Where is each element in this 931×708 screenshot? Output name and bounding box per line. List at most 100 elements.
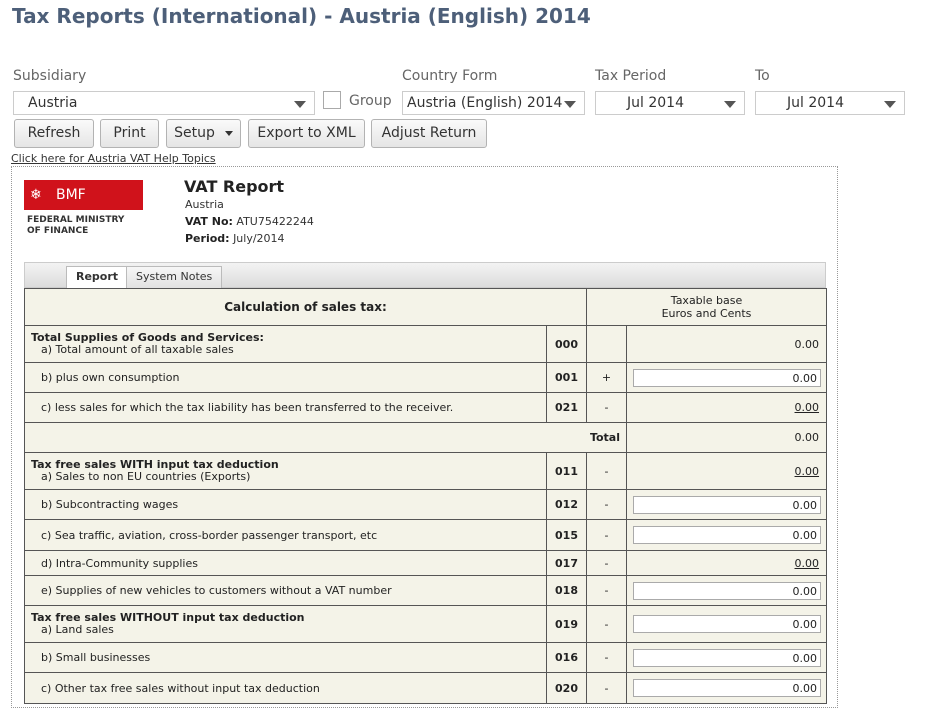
vat-no-value: ATU75422244 <box>236 215 314 228</box>
group-label: Group <box>349 93 392 109</box>
amount-link[interactable]: 0.00 <box>795 465 820 478</box>
tax-period-select[interactable]: Jul 2014 <box>595 91 745 115</box>
period-label: Period: <box>185 232 230 245</box>
row-code: 017 <box>546 550 587 576</box>
header-taxable-line1: Taxable base <box>670 294 743 307</box>
bmf-logo: ❄ BMF <box>24 180 143 210</box>
row-sign: - <box>586 605 627 643</box>
amount-input[interactable]: 0.00 <box>633 615 821 633</box>
table-header-row: Calculation of sales tax: Taxable base E… <box>24 288 828 326</box>
vat-no-label: VAT No: <box>185 215 233 228</box>
amount-input[interactable]: 0.00 <box>633 368 821 387</box>
row-code: 021 <box>546 392 587 423</box>
table-row: b) Small businesses 016-0.00 <box>24 642 828 673</box>
row-label: b) Small businesses <box>41 651 151 664</box>
row-amount: 0.00 <box>625 325 828 363</box>
country-form-value: Austria (English) 2014 <box>407 95 563 111</box>
amount-value: 0.00 <box>794 337 820 351</box>
subsidiary-value: Austria <box>28 95 78 111</box>
row-description: b) Small businesses <box>24 642 547 673</box>
row-amount: 0.00 <box>625 672 828 704</box>
tab-report[interactable]: Report <box>66 266 129 289</box>
row-amount: 0.00 <box>625 489 828 520</box>
country-form-select[interactable]: Austria (English) 2014 <box>402 91 585 115</box>
row-label: c) Sea traffic, aviation, cross-border p… <box>41 528 378 542</box>
row-code: 000 <box>546 325 587 363</box>
adjust-return-button[interactable]: Adjust Return <box>371 119 487 148</box>
row-code: 018 <box>546 575 587 606</box>
amount-link[interactable]: 0.00 <box>795 401 820 414</box>
row-label: a) Sales to non EU countries (Exports) <box>41 470 251 483</box>
tab-system-notes[interactable]: System Notes <box>126 266 223 288</box>
row-sign: + <box>586 362 627 393</box>
vat-table: Calculation of sales tax: Taxable base E… <box>24 288 828 704</box>
row-description: e) Supplies of new vehicles to customers… <box>24 575 547 606</box>
row-amount: 0.00 <box>625 452 828 490</box>
report-title: VAT Report <box>184 177 285 196</box>
row-description: Total Supplies of Goods and Services: a) … <box>24 325 547 363</box>
table-row: Tax free sales WITHOUT input tax deducti… <box>24 605 828 643</box>
table-row: e) Supplies of new vehicles to customers… <box>24 575 828 606</box>
row-sign: - <box>586 452 627 490</box>
row-amount: 0.00 <box>625 605 828 643</box>
amount-input[interactable]: 0.00 <box>633 581 821 600</box>
header-calculation: Calculation of sales tax: <box>24 288 587 326</box>
row-sign: - <box>586 489 627 520</box>
row-sign: - <box>586 519 627 551</box>
amount-link[interactable]: 0.00 <box>795 557 820 570</box>
row-label: a) Land sales <box>41 623 114 636</box>
setup-button[interactable]: Setup <box>166 119 241 148</box>
print-button[interactable]: Print <box>100 119 159 148</box>
page-title: Tax Reports (International) - Austria (E… <box>12 4 591 28</box>
help-link[interactable]: Click here for Austria VAT Help Topics <box>11 152 216 165</box>
country-form-label: Country Form <box>402 68 498 84</box>
row-label: b) Subcontracting wages <box>41 498 179 511</box>
row-amount: 0.00 <box>625 575 828 606</box>
table-row: c) Sea traffic, aviation, cross-border p… <box>24 519 828 551</box>
row-amount: 0.00 <box>625 519 828 551</box>
row-label: d) Intra-Community supplies <box>41 556 198 570</box>
row-label: c) less sales for which the tax liabilit… <box>41 401 454 414</box>
row-description: c) less sales for which the tax liabilit… <box>24 392 547 423</box>
subsidiary-select[interactable]: Austria <box>13 91 315 115</box>
row-amount: 0.00 <box>625 550 828 576</box>
to-period-value: Jul 2014 <box>787 95 844 111</box>
row-label: a) Total amount of all taxable sales <box>41 343 234 356</box>
row-description: c) Other tax free sales without input ta… <box>24 672 547 704</box>
to-label: To <box>755 68 770 84</box>
chevron-down-icon <box>564 101 576 108</box>
amount-input[interactable]: 0.00 <box>633 679 821 697</box>
group-checkbox[interactable] <box>323 91 341 109</box>
export-xml-button[interactable]: Export to XML <box>248 119 365 148</box>
chevron-down-icon <box>294 101 306 108</box>
row-code: 019 <box>546 605 587 643</box>
setup-label: Setup <box>174 125 215 141</box>
amount-input[interactable]: 0.00 <box>633 648 821 667</box>
to-period-select[interactable]: Jul 2014 <box>755 91 905 115</box>
table-row: d) Intra-Community supplies 017- 0.00 <box>24 550 828 576</box>
refresh-button[interactable]: Refresh <box>14 119 94 148</box>
row-sign: - <box>586 672 627 704</box>
row-code: 001 <box>546 362 587 393</box>
table-row: Total Supplies of Goods and Services: a) … <box>24 325 828 363</box>
total-value: 0.00 <box>625 422 828 453</box>
chevron-down-icon <box>884 101 896 108</box>
row-sign: - <box>586 575 627 606</box>
tab-bar: Report System Notes <box>24 262 826 289</box>
vat-number: VAT No: ATU75422244 <box>185 215 314 228</box>
amount-input[interactable]: 0.00 <box>633 495 821 514</box>
total-label: Total <box>24 422 627 453</box>
amount-input[interactable]: 0.00 <box>633 526 821 544</box>
table-row: b) plus own consumption 001 +0.00 <box>24 362 828 393</box>
row-label: b) plus own consumption <box>41 371 180 384</box>
chevron-down-icon <box>724 101 736 108</box>
row-code: 016 <box>546 642 587 673</box>
row-amount: 0.00 <box>625 392 828 423</box>
report-country: Austria <box>185 198 224 211</box>
table-row: Tax free sales WITH input tax deduction a… <box>24 452 828 490</box>
row-description: c) Sea traffic, aviation, cross-border p… <box>24 519 547 551</box>
report-period: Period: July/2014 <box>185 232 285 245</box>
row-description: d) Intra-Community supplies <box>24 550 547 576</box>
header-taxable-line2: Euros and Cents <box>661 307 752 320</box>
row-code: 012 <box>546 489 587 520</box>
